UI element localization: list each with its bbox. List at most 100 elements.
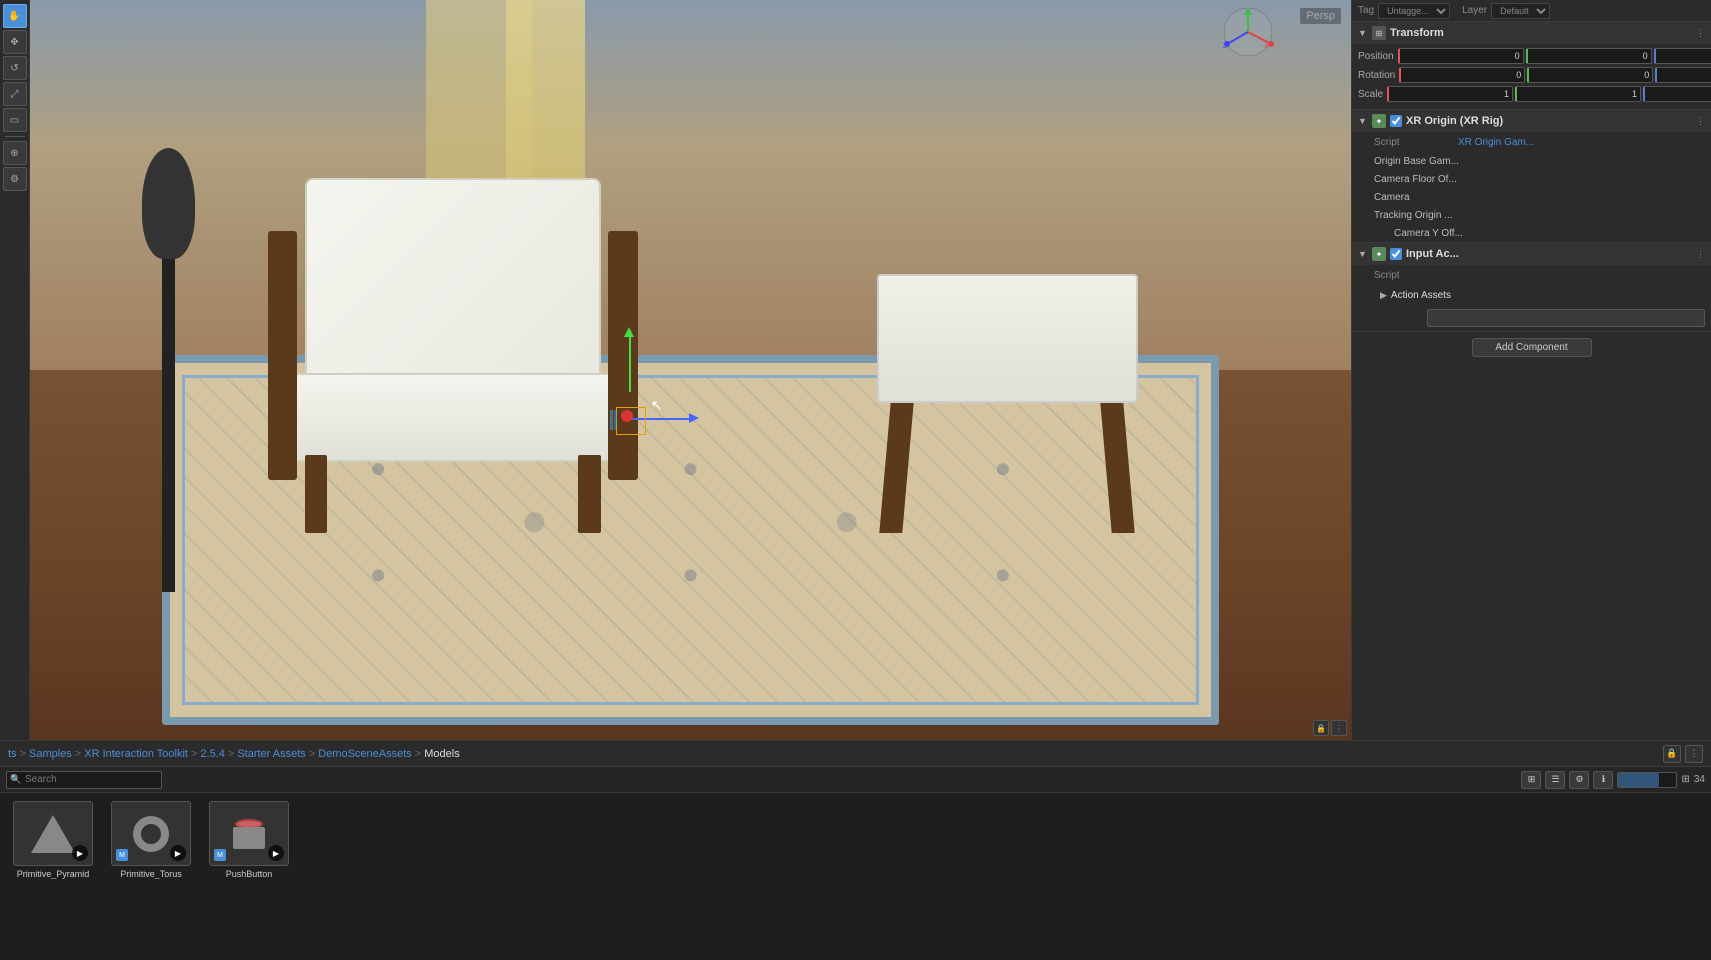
toolbar-pivot-btn[interactable]: ⊕ (3, 141, 27, 165)
toolbar-move-btn[interactable]: ✥ (3, 30, 27, 54)
asset-grid-view-btn[interactable]: ⊞ (1521, 771, 1541, 789)
torus-name: Primitive_Torus (120, 869, 182, 879)
position-y[interactable] (1526, 48, 1652, 64)
position-label: Position (1358, 51, 1394, 62)
search-container: 🔍 (6, 771, 162, 789)
asset-item-pyramid[interactable]: ▶ Primitive_Pyramid (8, 801, 98, 879)
viewport[interactable]: ↖ Persp Y X Z 🔒 ⋮ (30, 0, 1351, 740)
lock-btn[interactable]: 🔒 (1313, 720, 1329, 736)
asset-info-btn[interactable]: ℹ (1593, 771, 1613, 789)
scale-x[interactable] (1387, 86, 1513, 102)
xr-origin-base-row[interactable]: Origin Base Gam... (1352, 152, 1711, 170)
asset-item-pushbutton[interactable]: M ▶ PushButton (204, 801, 294, 879)
toolbar-rect-btn[interactable]: ▭ (3, 108, 27, 132)
asset-thumb-torus: M ▶ (111, 801, 191, 866)
breadcrumb-ts[interactable]: ts (8, 748, 17, 760)
transform-menu[interactable]: ⋮ (1696, 28, 1705, 39)
input-ac-header[interactable]: ▼ ✦ Input Ac... ⋮ (1352, 243, 1711, 265)
xr-origin-menu[interactable]: ⋮ (1696, 116, 1705, 127)
torus-play-btn[interactable]: ▶ (170, 845, 186, 861)
zoom-slider[interactable] (1617, 772, 1677, 788)
xr-camera-row[interactable]: Camera (1352, 188, 1711, 206)
breadcrumb-xr[interactable]: XR Interaction Toolkit (84, 748, 188, 760)
asset-item-torus[interactable]: M ▶ Primitive_Torus (106, 801, 196, 879)
xr-origin-base-label: Origin Base Gam... (1374, 156, 1459, 167)
pushbutton-shape (233, 819, 265, 849)
breadcrumb-version[interactable]: 2.5.4 (200, 748, 224, 760)
action-assets-row[interactable]: ▶ Action Assets (1352, 285, 1711, 305)
add-component-button[interactable]: Add Component (1472, 338, 1592, 357)
asset-thumb-pyramid: ▶ (13, 801, 93, 866)
torus-shape (133, 816, 169, 852)
xr-origin-checkbox[interactable] (1390, 115, 1402, 127)
xr-origin-header[interactable]: ▼ ✦ XR Origin (XR Rig) ⋮ (1352, 110, 1711, 132)
rotation-y[interactable] (1527, 67, 1653, 83)
lamp (136, 148, 202, 592)
transform-header[interactable]: ▼ ⊞ Transform ⋮ (1352, 22, 1711, 44)
position-x[interactable] (1398, 48, 1524, 64)
more-btn[interactable]: ⋮ (1331, 720, 1347, 736)
torus-type-icon: M (116, 849, 128, 861)
toolbar-custom-btn[interactable]: ⚙ (3, 167, 27, 191)
breadcrumb-samples[interactable]: Samples (29, 748, 72, 760)
input-ac-menu[interactable]: ⋮ (1696, 249, 1705, 260)
tag-dropdown[interactable]: Untagge... (1378, 3, 1450, 19)
toolbar-scale-btn[interactable]: ⤢ (3, 82, 27, 106)
layer-dropdown[interactable]: Default (1491, 3, 1550, 19)
breadcrumb-sep-1: > (20, 748, 26, 760)
action-assets-add-btn[interactable] (1427, 309, 1705, 327)
breadcrumb-sep-5: > (309, 748, 315, 760)
xr-camera-y-row[interactable]: Camera Y Off... (1352, 224, 1711, 242)
layer-label: Layer (1462, 5, 1487, 16)
toolbar-hand-btn[interactable]: ✋ (3, 4, 27, 28)
xr-origin-title: XR Origin (XR Rig) (1406, 115, 1692, 127)
breadcrumb-sep-6: > (415, 748, 421, 760)
tag-label: Tag (1358, 5, 1374, 16)
xr-script-value: XR Origin Gam... (1458, 137, 1534, 148)
pushbutton-play-btn[interactable]: ▶ (268, 845, 284, 861)
transform-icon: ⊞ (1372, 26, 1386, 40)
xr-tracking-label: Tracking Origin ... (1374, 210, 1453, 221)
input-ac-title: Input Ac... (1406, 248, 1692, 260)
xr-origin-body: Script XR Origin Gam... Origin Base Gam.… (1352, 132, 1711, 242)
action-assets-add-area (1352, 305, 1711, 331)
scale-y[interactable] (1515, 86, 1641, 102)
rotation-row: Rotation (1358, 67, 1705, 83)
bottom-panel: ts > Samples > XR Interaction Toolkit > … (0, 740, 1711, 960)
lock-asset-btn[interactable]: 🔒 (1663, 745, 1681, 763)
svg-text:Y: Y (1245, 21, 1249, 27)
rotation-z[interactable] (1655, 67, 1711, 83)
tag-row: Tag Untagge... Layer Default (1352, 0, 1711, 22)
add-component-area: Add Component (1352, 332, 1711, 363)
xr-script-row: Script XR Origin Gam... (1352, 132, 1711, 152)
asset-options-btn[interactable]: ⋮ (1685, 745, 1703, 763)
svg-text:Z: Z (1223, 44, 1227, 50)
toolbar-rotate-btn[interactable]: ↺ (3, 56, 27, 80)
asset-browser-toolbar: 🔍 ⊞ ☰ ⚙ ℹ ⊞ 34 (0, 767, 1711, 793)
xr-camera-floor-row[interactable]: Camera Floor Of... (1352, 170, 1711, 188)
scene-3d-view: ↖ (30, 0, 1351, 740)
asset-grid: ▶ Primitive_Pyramid M ▶ Primitive_Torus (0, 793, 1711, 960)
rotation-x[interactable] (1399, 67, 1525, 83)
input-ac-script-row: Script (1352, 265, 1711, 285)
asset-list-view-btn[interactable]: ☰ (1545, 771, 1565, 789)
asset-search-input[interactable] (6, 771, 162, 789)
pyramid-play-btn[interactable]: ▶ (72, 845, 88, 861)
scale-z[interactable] (1643, 86, 1711, 102)
breadcrumb-starter[interactable]: Starter Assets (237, 748, 305, 760)
breadcrumb-bar: ts > Samples > XR Interaction Toolkit > … (0, 741, 1711, 767)
viewport-gizmo[interactable]: Y X Z (1221, 5, 1276, 60)
input-ac-script-label: Script (1374, 270, 1454, 281)
scale-inputs (1387, 86, 1711, 102)
zoom-value: 34 (1694, 774, 1705, 785)
xr-tracking-row[interactable]: Tracking Origin ... (1352, 206, 1711, 224)
scale-label: Scale (1358, 89, 1383, 100)
xr-camera-floor-label: Camera Floor Of... (1374, 174, 1457, 185)
chair-left (268, 178, 638, 533)
position-z[interactable] (1654, 48, 1711, 64)
input-ac-checkbox[interactable] (1390, 248, 1402, 260)
asset-filter-btn[interactable]: ⚙ (1569, 771, 1589, 789)
action-assets-arrow: ▶ (1380, 290, 1387, 301)
scene-cursor: ↖ (651, 397, 663, 414)
breadcrumb-demo[interactable]: DemoSceneAssets (318, 748, 412, 760)
